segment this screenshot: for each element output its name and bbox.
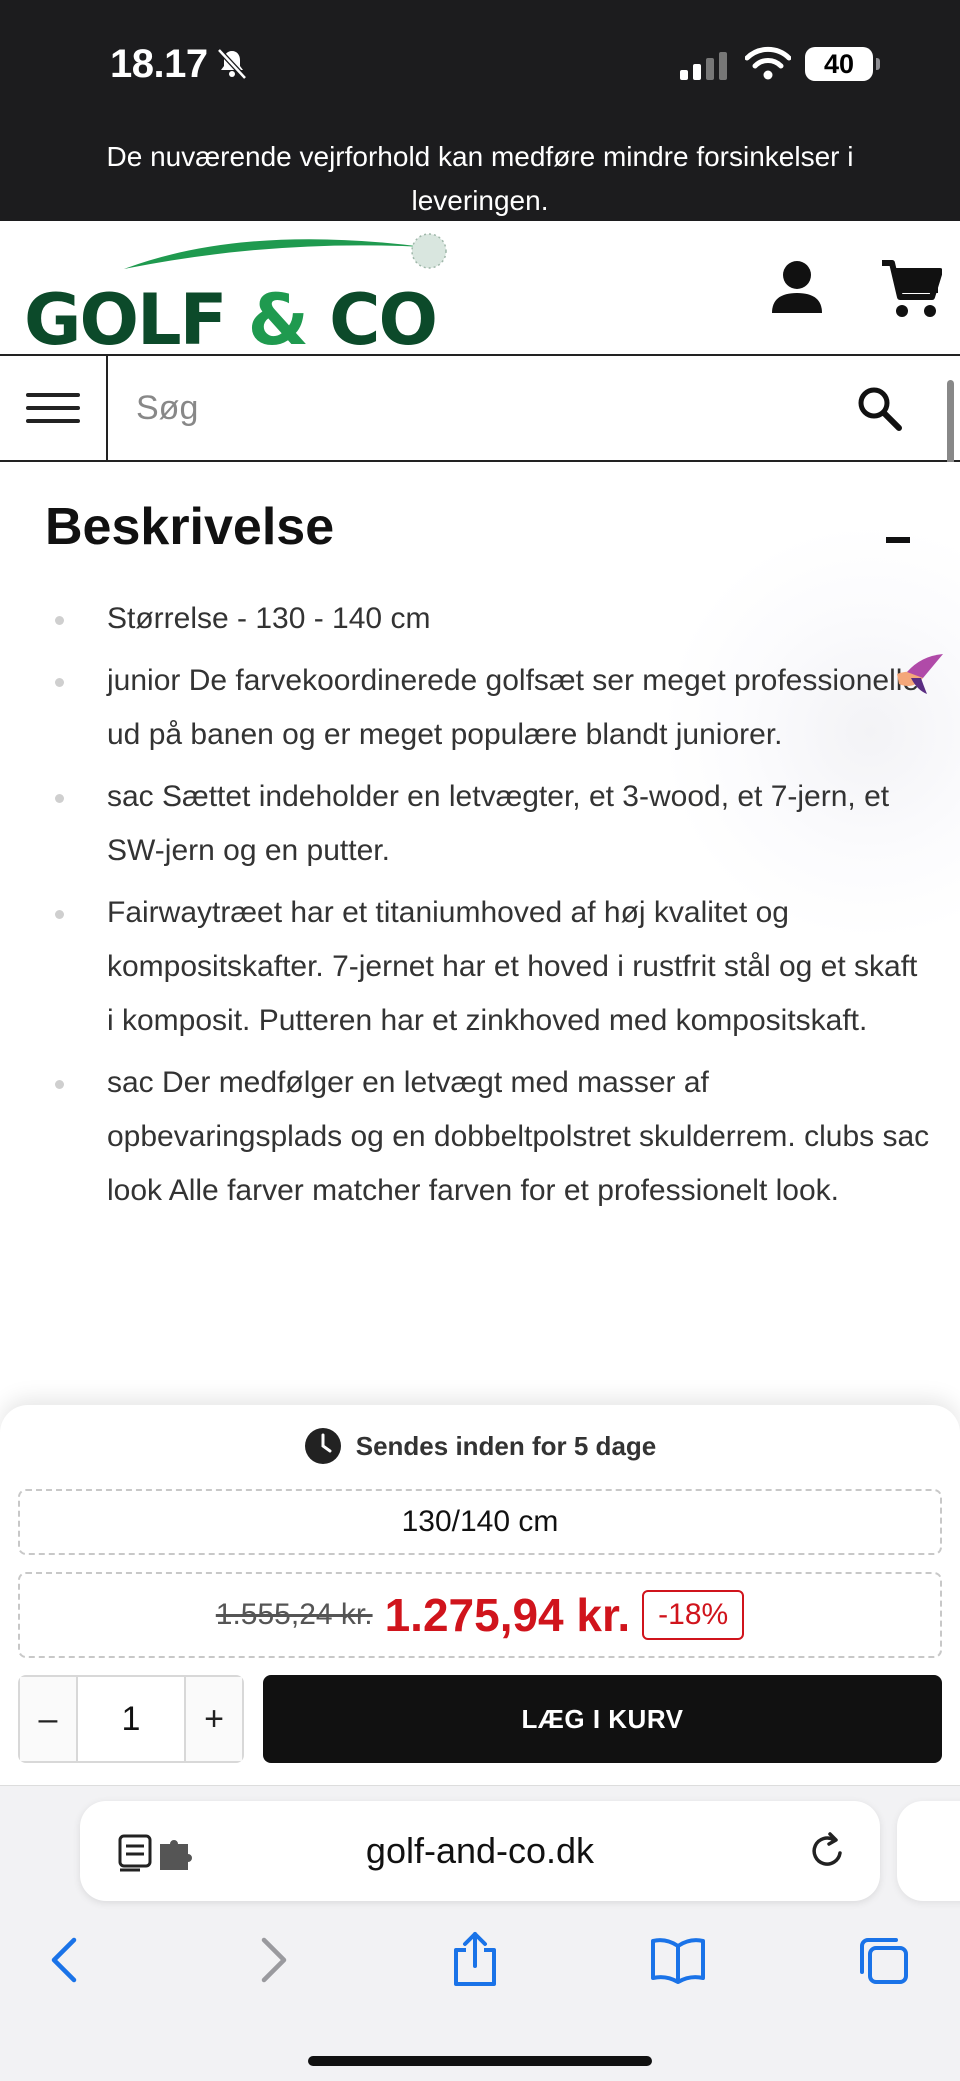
cart-icon[interactable] xyxy=(880,259,942,319)
sale-price: 1.275,94 kr. xyxy=(384,1589,631,1641)
discount-badge: -18% xyxy=(642,1590,745,1640)
quantity-stepper: – 1 + xyxy=(18,1675,244,1763)
hamburger-menu-button[interactable] xyxy=(0,356,108,460)
browser-toolbar xyxy=(0,1932,960,2016)
battery-icon: 40 xyxy=(805,47,880,81)
site-header: GOLF & CO xyxy=(0,221,960,361)
cellular-signal-icon xyxy=(680,50,727,80)
list-item: Størrelse - 130 - 140 cm xyxy=(0,592,960,646)
quantity-increase-button[interactable]: + xyxy=(186,1677,242,1761)
status-bar: 18.17 40 xyxy=(0,0,960,130)
description-list: Størrelse - 130 - 140 cm junior De farve… xyxy=(0,592,960,1226)
search-bar xyxy=(0,356,960,462)
shipping-info: Sendes inden for 5 dage xyxy=(0,1427,960,1465)
quantity-input[interactable]: 1 xyxy=(76,1677,186,1761)
bell-off-icon xyxy=(217,48,247,80)
browser-chrome: golf-and-co.dk xyxy=(0,1785,960,2081)
reload-icon[interactable] xyxy=(808,1831,848,1871)
size-selector[interactable]: 130/140 cm xyxy=(18,1489,942,1555)
account-icon[interactable] xyxy=(770,259,824,315)
address-bar[interactable]: golf-and-co.dk xyxy=(80,1801,880,1901)
next-tab-preview[interactable] xyxy=(897,1801,960,1901)
home-indicator xyxy=(308,2056,652,2066)
golf-and-co-logo[interactable]: GOLF & CO xyxy=(24,229,464,361)
bookmarks-icon[interactable] xyxy=(650,1936,706,1984)
logo-wordmark: GOLF & CO xyxy=(24,279,438,361)
golf-ball-swoosh-icon xyxy=(124,233,447,269)
clock-icon xyxy=(304,1428,341,1464)
delivery-notice: De nuværende vejrforhold kan medføre min… xyxy=(0,130,960,221)
chat-widget-bird-icon[interactable] xyxy=(893,650,945,698)
list-item: sac Sættet indeholder en letvægter, et 3… xyxy=(0,770,960,878)
forward-icon[interactable] xyxy=(258,1936,290,1984)
quantity-decrease-button[interactable]: – xyxy=(20,1677,76,1761)
list-item: junior De farvekoordinerede golfsæt ser … xyxy=(0,654,960,762)
list-item: sac Der medfølger en letvægt med masser … xyxy=(0,1056,960,1218)
wifi-icon xyxy=(745,46,791,80)
buy-panel: Sendes inden for 5 dage 130/140 cm 1.555… xyxy=(0,1405,960,1785)
list-item: Fairwaytræet har et titaniumhoved af høj… xyxy=(0,886,960,1048)
description-section: Beskrivelse Størrelse - 130 - 140 cm jun… xyxy=(0,462,960,1402)
url-text: golf-and-co.dk xyxy=(365,1830,595,1871)
tabs-icon[interactable] xyxy=(858,1936,910,1986)
status-time: 18.17 xyxy=(110,42,208,86)
old-price: 1.555,24 kr. xyxy=(215,1598,373,1631)
share-icon[interactable] xyxy=(452,1930,498,1988)
add-to-cart-button[interactable]: LÆG I KURV xyxy=(263,1675,942,1763)
price-box: 1.555,24 kr. 1.275,94 kr. -18% xyxy=(18,1572,942,1658)
search-icon[interactable] xyxy=(855,384,905,434)
description-title: Beskrivelse xyxy=(45,498,335,556)
back-icon[interactable] xyxy=(48,1936,80,1984)
shipping-text: Sendes inden for 5 dage xyxy=(355,1430,657,1461)
search-input[interactable] xyxy=(110,356,850,460)
collapse-minus-icon[interactable] xyxy=(886,537,910,543)
